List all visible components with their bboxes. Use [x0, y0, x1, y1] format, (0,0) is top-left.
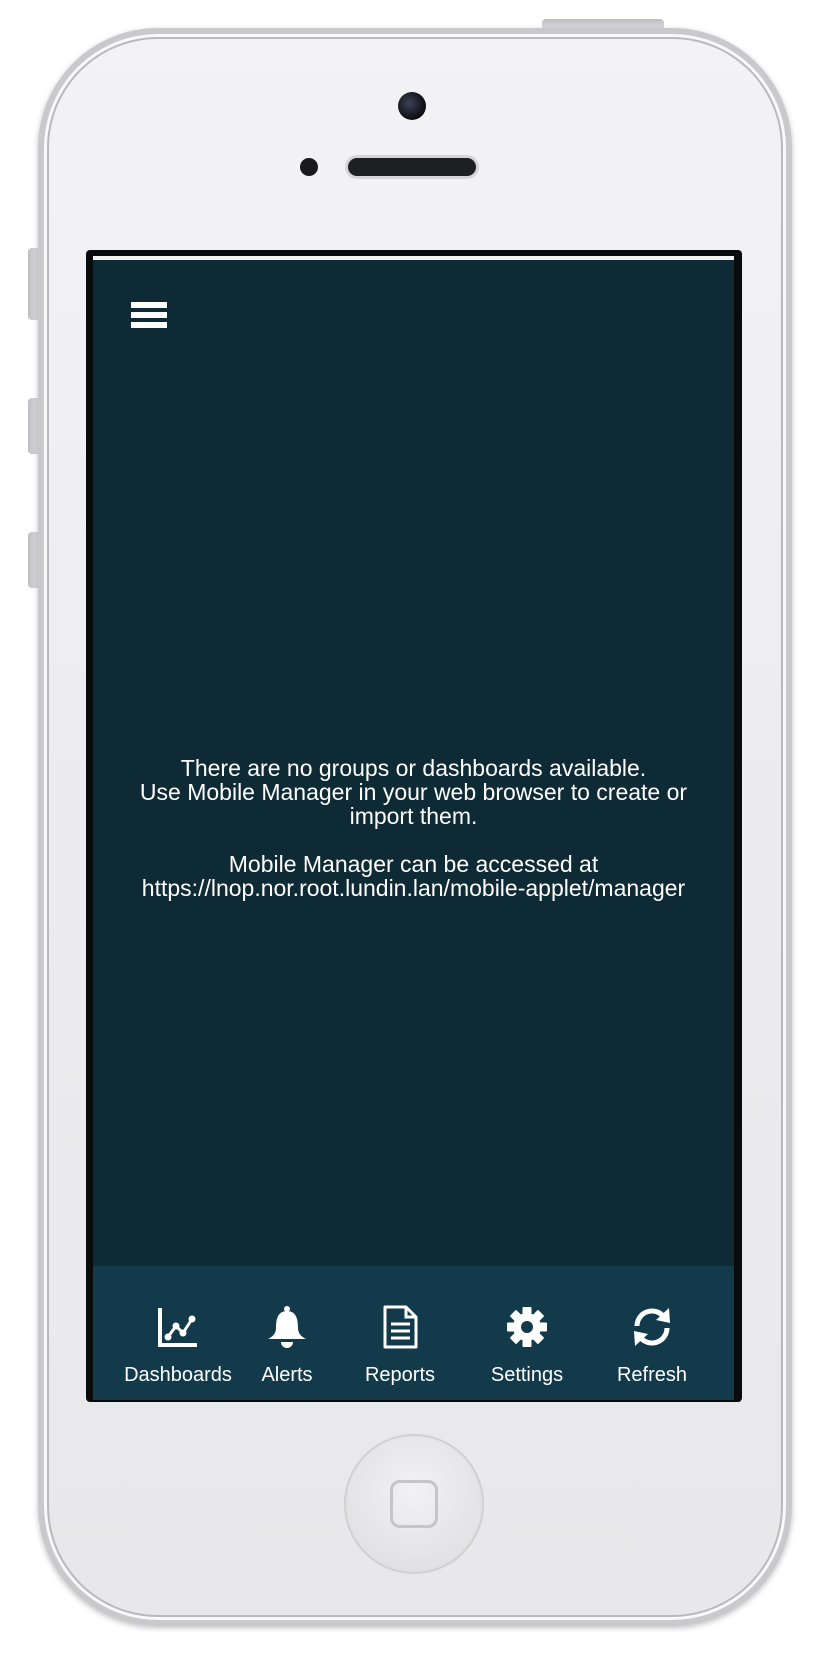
- empty-message-line: import them.: [349, 803, 478, 829]
- manager-url-text: https://lnop.nor.root.lundin.lan/mobile-…: [141, 875, 686, 901]
- empty-message-line: There are no groups or dashboards availa…: [180, 755, 647, 781]
- proximity-sensor: [300, 158, 318, 176]
- empty-message-line: Use Mobile Manager in your web browser t…: [139, 779, 688, 805]
- tab-label: Refresh: [616, 1364, 688, 1386]
- tab-settings[interactable]: Settings: [477, 1266, 577, 1400]
- tab-dashboards[interactable]: Dashboards: [119, 1266, 237, 1400]
- app-screen: There are no groups or dashboards availa…: [93, 256, 734, 1400]
- access-info-line: Mobile Manager can be accessed at: [228, 851, 599, 877]
- status-bar-strip: [93, 256, 734, 260]
- tab-label: Alerts: [261, 1364, 313, 1386]
- earpiece-speaker: [348, 158, 476, 176]
- line-chart-icon: [158, 1308, 197, 1347]
- empty-state-message: There are no groups or dashboards availa…: [93, 756, 734, 900]
- tab-refresh[interactable]: Refresh: [605, 1266, 699, 1400]
- tab-label: Reports: [364, 1364, 436, 1386]
- home-button-square-icon: [390, 1480, 438, 1528]
- tab-reports[interactable]: Reports: [355, 1266, 445, 1400]
- front-camera: [398, 92, 426, 120]
- tab-label: Dashboards: [124, 1364, 232, 1386]
- tab-alerts[interactable]: Alerts: [247, 1266, 327, 1400]
- bottom-tab-bar: Dashboards Alerts Reports Settings Refre…: [93, 1266, 734, 1400]
- document-icon: [383, 1305, 418, 1349]
- refresh-icon: [634, 1308, 670, 1346]
- gear-icon: [507, 1307, 547, 1347]
- home-button[interactable]: [344, 1434, 484, 1574]
- hamburger-menu-icon[interactable]: [131, 302, 169, 332]
- tab-label: Settings: [490, 1364, 564, 1386]
- bell-icon: [268, 1306, 306, 1348]
